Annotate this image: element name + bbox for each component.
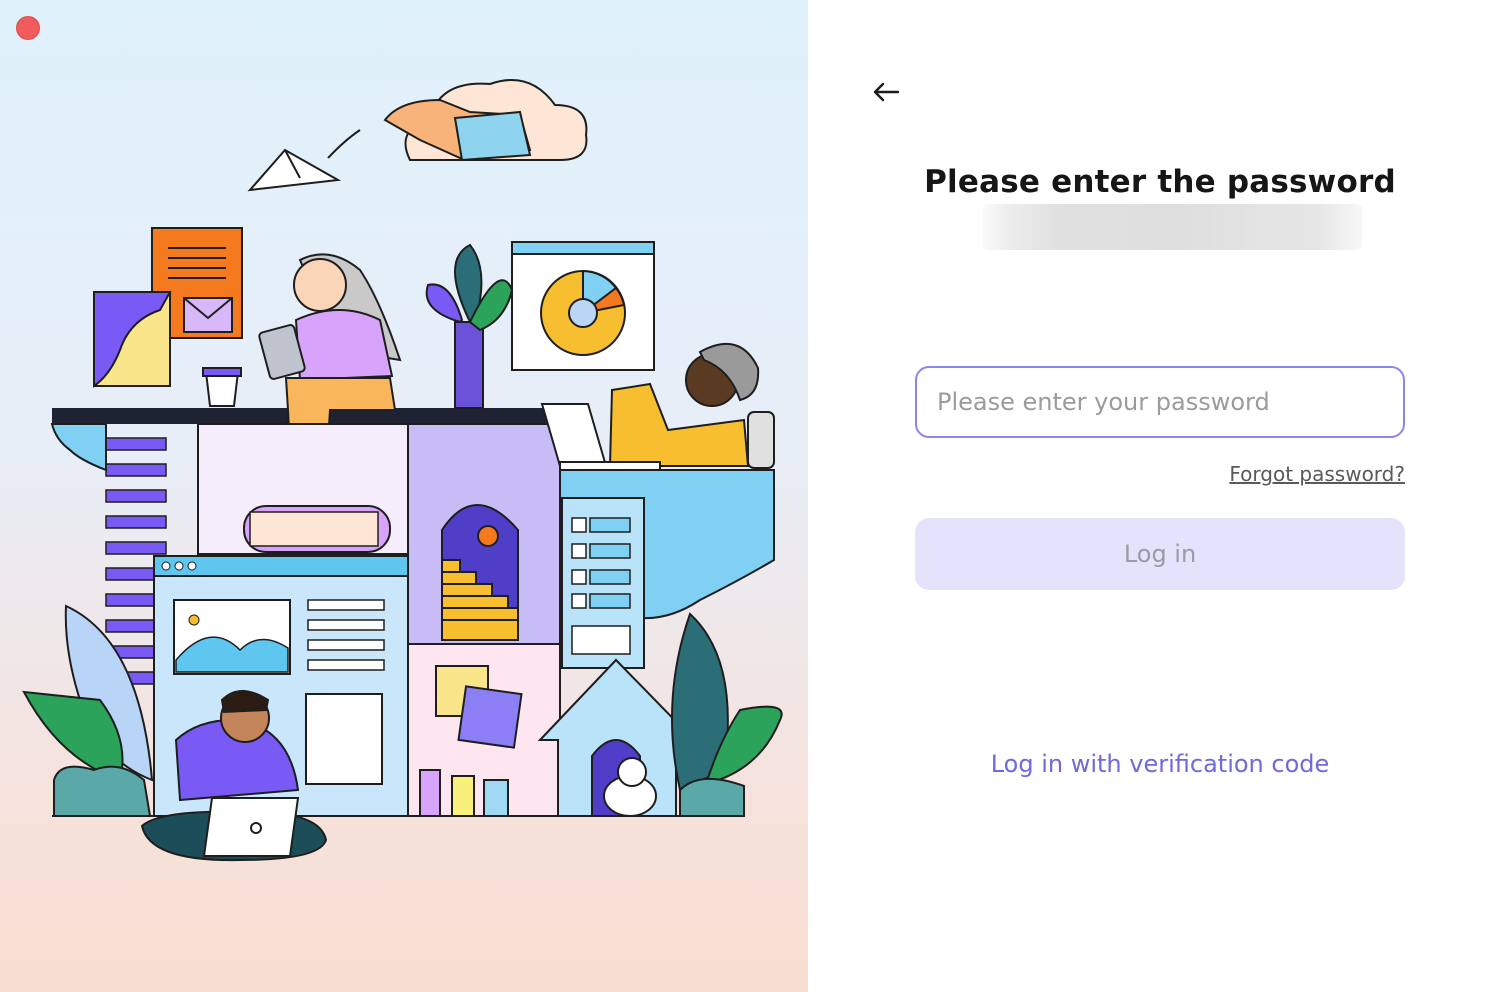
login-button[interactable]: Log in	[915, 518, 1405, 590]
paper-plane-icon	[247, 129, 361, 192]
cloud-icon	[383, 79, 588, 162]
login-window: Please enter the password of Forgot pass…	[0, 0, 1512, 992]
workspace-illustration	[22, 79, 783, 862]
login-panel: Please enter the password of Forgot pass…	[808, 0, 1512, 992]
password-input[interactable]	[915, 366, 1405, 438]
back-button[interactable]	[870, 76, 902, 108]
redacted-account-name	[982, 204, 1362, 250]
arrow-left-icon	[873, 82, 900, 102]
verification-code-login-link[interactable]: Log in with verification code	[915, 750, 1405, 778]
forgot-password-link[interactable]: Forgot password?	[1229, 462, 1405, 486]
chart-icon	[511, 241, 655, 371]
illustration-panel	[0, 0, 808, 992]
